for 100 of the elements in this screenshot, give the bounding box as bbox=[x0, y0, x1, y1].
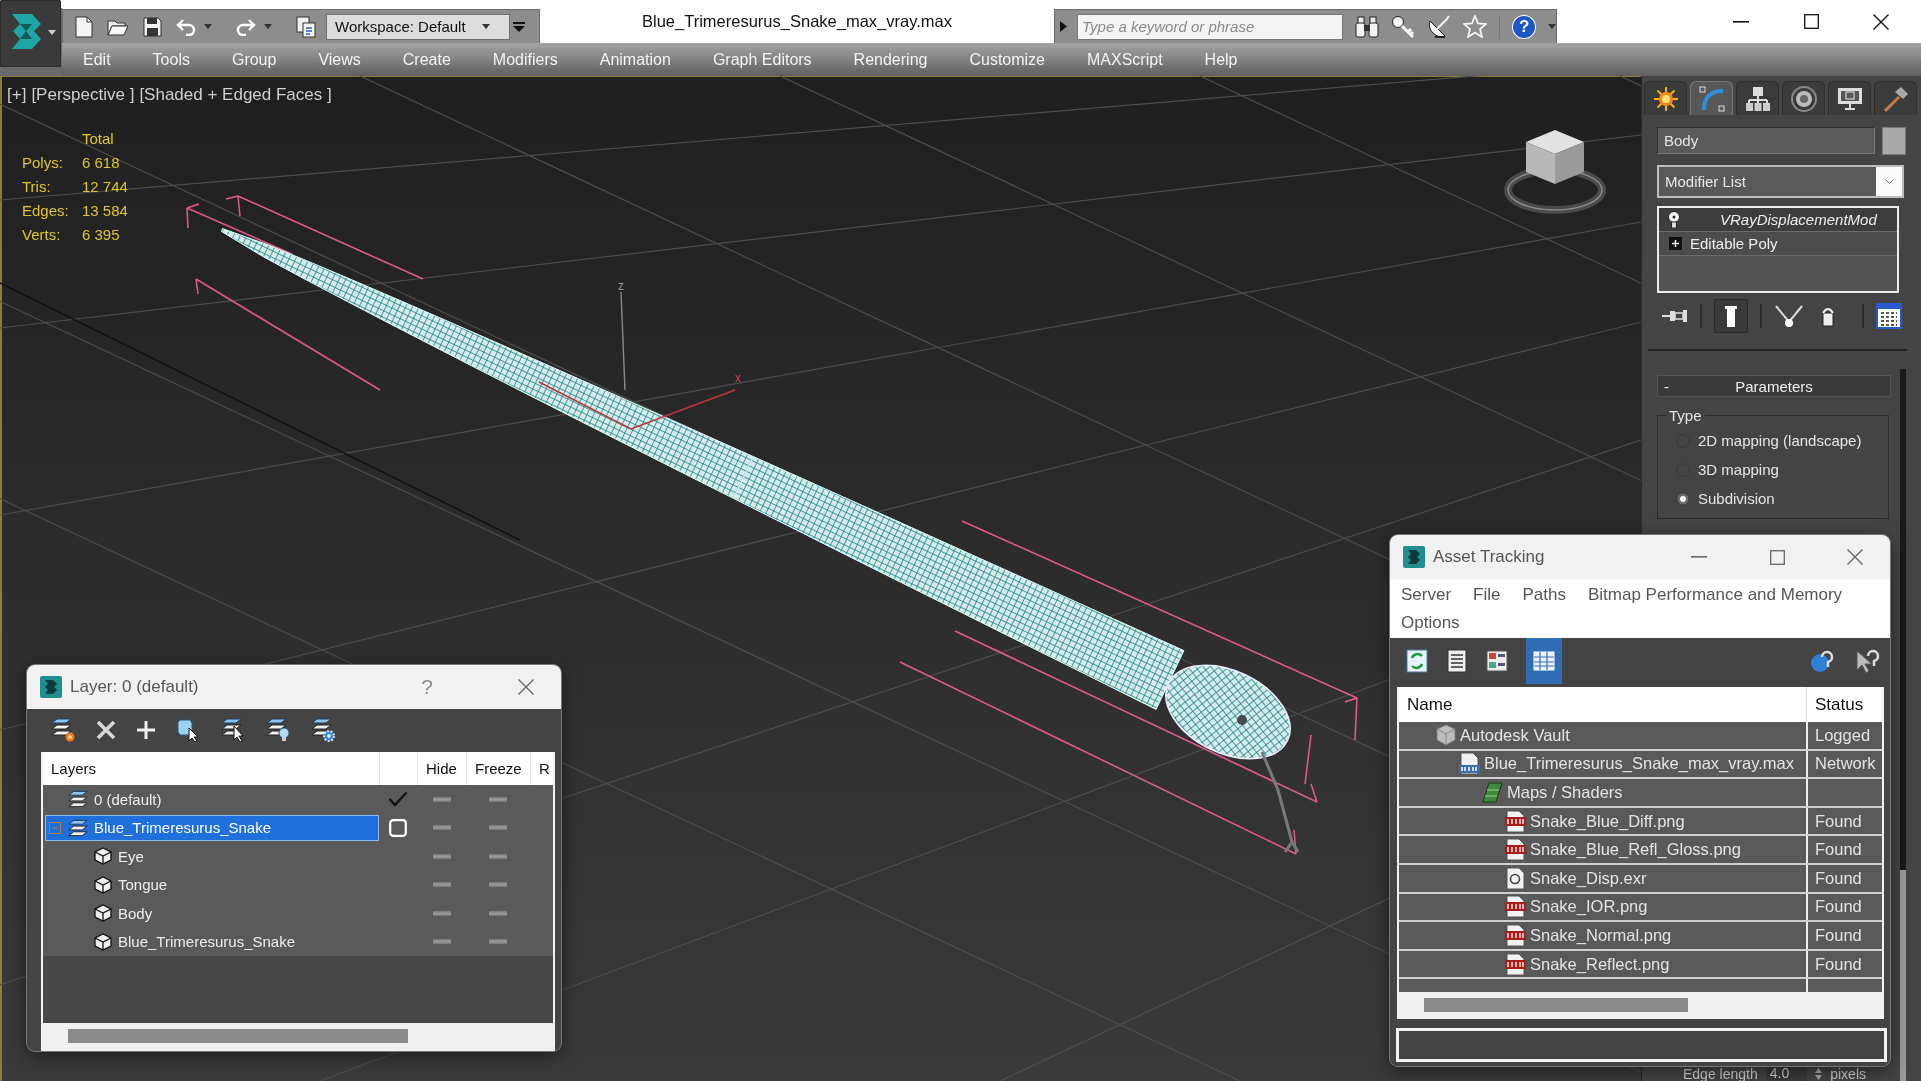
column-header[interactable]: Name bbox=[1399, 687, 1806, 722]
menu-item[interactable]: File bbox=[1473, 581, 1501, 609]
menu-item[interactable]: Group bbox=[210, 50, 298, 69]
asset-item[interactable]: Snake_Reflect.png bbox=[1399, 950, 1806, 978]
asset-item[interactable]: Autodesk Vault bbox=[1399, 722, 1806, 749]
caret-right-icon[interactable] bbox=[1060, 21, 1067, 32]
menu-item[interactable]: Create bbox=[381, 50, 472, 69]
dash-icon[interactable] bbox=[432, 910, 451, 916]
search-field[interactable]: Type a keyword or phrase bbox=[1077, 13, 1344, 40]
cube-cursor-icon[interactable] bbox=[176, 717, 200, 742]
asset-item[interactable]: Snake_Disp.exr bbox=[1399, 864, 1806, 892]
save-icon[interactable] bbox=[143, 16, 162, 37]
column-header[interactable]: Layers bbox=[43, 752, 379, 785]
dash-icon[interactable] bbox=[489, 853, 507, 859]
dash-icon[interactable] bbox=[432, 853, 451, 859]
delete-icon[interactable] bbox=[96, 719, 116, 740]
scrollbar-thumb[interactable] bbox=[1900, 870, 1906, 1081]
color-swatch[interactable] bbox=[1882, 127, 1906, 155]
scrollbar-thumb[interactable] bbox=[1424, 997, 1688, 1012]
thumbnails-icon[interactable] bbox=[1486, 648, 1508, 673]
dash-icon[interactable] bbox=[432, 882, 451, 888]
layer-item[interactable]: Blue_Trimeresurus_Snake bbox=[45, 814, 379, 841]
rollout-header[interactable]: - Parameters bbox=[1657, 375, 1891, 397]
app-logo-icon[interactable] bbox=[0, 0, 61, 67]
panel-tab[interactable] bbox=[1828, 81, 1871, 115]
panel-tab[interactable] bbox=[1874, 81, 1917, 115]
radio-button[interactable] bbox=[1676, 491, 1690, 506]
view-cube-icon[interactable] bbox=[1504, 128, 1607, 214]
path-field[interactable] bbox=[1396, 1028, 1887, 1063]
viewport-menu-label[interactable]: [Perspective ] bbox=[31, 85, 135, 105]
redo-icon[interactable] bbox=[236, 17, 256, 36]
caret-down-icon[interactable] bbox=[1548, 24, 1556, 29]
menu-item[interactable]: Paths bbox=[1522, 581, 1566, 609]
caret-down-icon[interactable] bbox=[264, 24, 272, 29]
layers-gear-icon[interactable] bbox=[311, 717, 335, 742]
menu-item[interactable]: Edit bbox=[62, 50, 132, 69]
menu-item[interactable]: Graph Editors bbox=[691, 50, 833, 69]
layers-bulb-icon[interactable] bbox=[266, 717, 290, 742]
asset-item[interactable]: Snake_IOR.png bbox=[1399, 893, 1806, 921]
minimize-icon[interactable] bbox=[1733, 20, 1749, 23]
column-icon[interactable] bbox=[1714, 299, 1748, 333]
list-icon[interactable] bbox=[1446, 648, 1468, 673]
menu-item[interactable]: Animation bbox=[578, 50, 692, 69]
panel-tab[interactable] bbox=[1782, 81, 1825, 115]
pin-icon[interactable] bbox=[1662, 308, 1688, 324]
menu-item[interactable]: MAXScript bbox=[1066, 50, 1184, 69]
caret-down-icon[interactable] bbox=[204, 24, 212, 29]
asset-item[interactable]: Snake_Blue_Diff.png bbox=[1399, 807, 1806, 835]
workspace-dropdown[interactable]: Workspace: Default bbox=[326, 13, 510, 40]
dash-icon[interactable] bbox=[432, 796, 451, 802]
scrollbar[interactable] bbox=[1900, 369, 1906, 1081]
undo-icon[interactable] bbox=[176, 17, 196, 36]
layers-cursor-icon[interactable] bbox=[221, 717, 245, 742]
scrollbar[interactable] bbox=[1399, 992, 1882, 1018]
viewport-menu-label[interactable]: [Shaded + Edged Faces ] bbox=[139, 85, 332, 105]
menu-item[interactable]: Rendering bbox=[832, 50, 949, 69]
close-icon[interactable] bbox=[1873, 13, 1889, 30]
dash-icon[interactable] bbox=[432, 825, 451, 831]
dash-icon[interactable] bbox=[489, 825, 507, 831]
menu-item[interactable]: Options bbox=[1401, 609, 1460, 637]
menu-item[interactable]: Bitmap Performance and Memory bbox=[1587, 581, 1843, 609]
dash-icon[interactable] bbox=[432, 939, 451, 945]
panel-tab[interactable] bbox=[1736, 81, 1779, 115]
dash-icon[interactable] bbox=[489, 796, 507, 802]
satellite-dish-icon[interactable] bbox=[1427, 14, 1452, 39]
menu-item[interactable]: Server bbox=[1401, 581, 1452, 609]
open-folder-icon[interactable] bbox=[107, 17, 129, 36]
project-folder-icon[interactable] bbox=[296, 15, 316, 38]
modifier-stack-item[interactable]: VRayDisplacementMod bbox=[1659, 208, 1897, 232]
help-button[interactable]: ? bbox=[407, 675, 447, 699]
key-icon[interactable] bbox=[1391, 14, 1416, 39]
dash-icon[interactable] bbox=[489, 939, 507, 945]
window-grid-icon[interactable] bbox=[1876, 303, 1902, 329]
modifier-list-dropdown[interactable]: Modifier List bbox=[1657, 165, 1904, 198]
menu-item[interactable]: Customize bbox=[948, 50, 1066, 69]
dash-icon[interactable] bbox=[489, 882, 507, 888]
viewport-menu-label[interactable]: [+] bbox=[7, 85, 27, 105]
checkbox-icon[interactable] bbox=[389, 818, 407, 837]
plus-icon[interactable] bbox=[137, 720, 155, 739]
dash-icon[interactable] bbox=[489, 910, 507, 916]
refresh-icon[interactable] bbox=[1406, 648, 1428, 673]
menu-item[interactable]: Modifiers bbox=[471, 50, 579, 69]
menu-item[interactable]: Tools bbox=[131, 50, 211, 69]
new-file-icon[interactable] bbox=[75, 15, 93, 38]
menu-item[interactable]: Help bbox=[1183, 50, 1259, 69]
star-icon[interactable] bbox=[1463, 15, 1488, 38]
table-icon[interactable] bbox=[1526, 637, 1562, 684]
check-icon[interactable] bbox=[388, 791, 408, 808]
asset-item[interactable]: Snake_Normal.png bbox=[1399, 922, 1806, 949]
scrollbar[interactable] bbox=[43, 1023, 553, 1049]
spinner-icon[interactable] bbox=[1815, 1067, 1823, 1080]
menu-item[interactable]: Views bbox=[297, 50, 382, 69]
fork-icon[interactable] bbox=[1774, 304, 1804, 328]
bin-icon[interactable] bbox=[1820, 305, 1836, 327]
binoculars-icon[interactable] bbox=[1355, 15, 1380, 38]
maximize-icon[interactable] bbox=[1803, 14, 1819, 29]
asset-item[interactable]: Maps / Shaders bbox=[1399, 779, 1806, 806]
help-cursor-icon[interactable] bbox=[1854, 647, 1880, 674]
panel-tab[interactable] bbox=[1644, 81, 1687, 115]
modifier-stack-item[interactable]: Editable Poly bbox=[1659, 232, 1897, 256]
